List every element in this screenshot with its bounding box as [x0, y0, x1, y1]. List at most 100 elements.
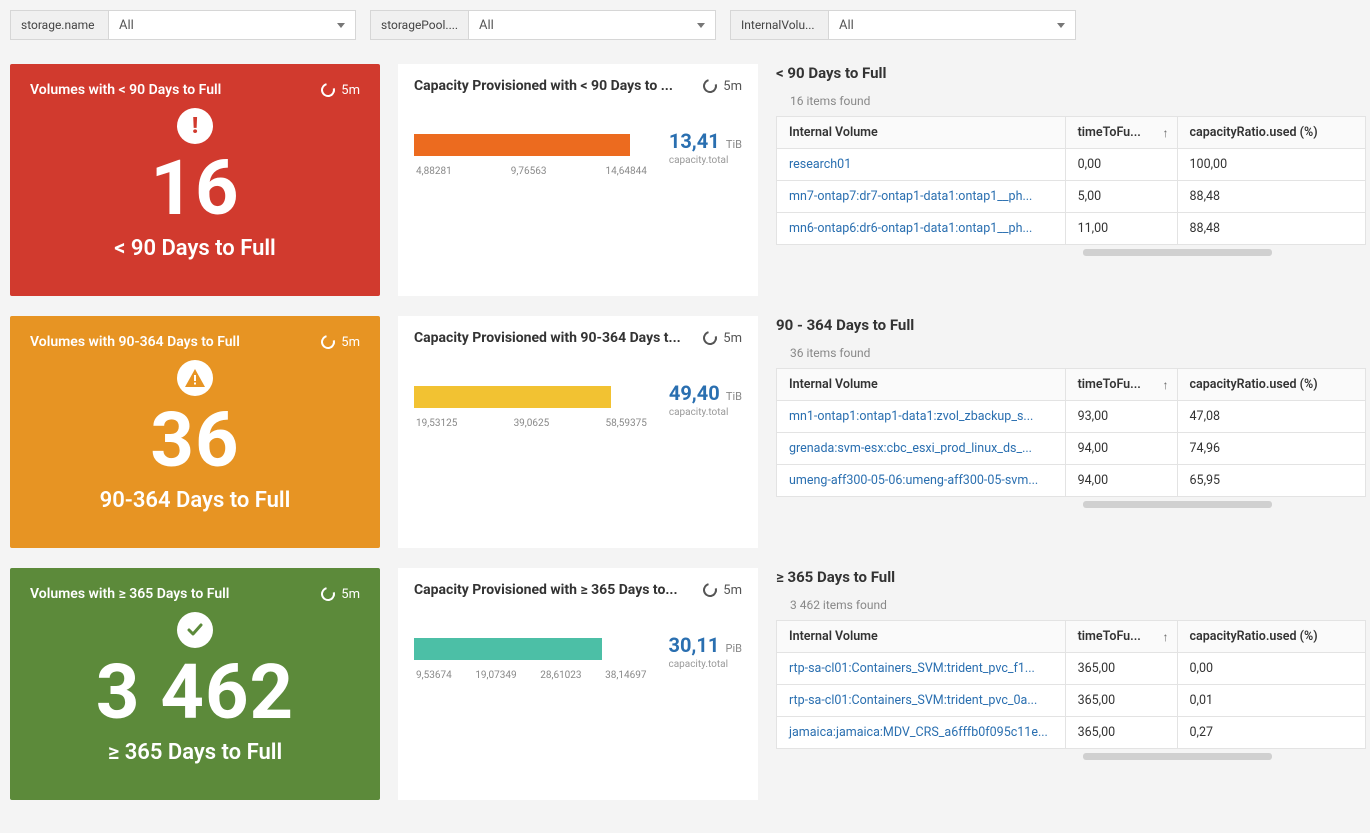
items-found: 3 462 items found [790, 598, 1366, 612]
alert-icon: ! [177, 108, 213, 144]
cell-ratio: 88,48 [1177, 181, 1365, 213]
chart-card-90-364: Capacity Provisioned with 90-364 Days t.… [398, 316, 758, 548]
warning-icon [177, 360, 213, 396]
chart-bar: 9,53674 19,07349 28,61023 38,14697 [414, 622, 648, 681]
col-capacity-ratio[interactable]: capacityRatio.used (%) [1177, 117, 1365, 149]
sort-asc-icon: ↑ [1163, 126, 1169, 140]
refresh-button[interactable]: 5m [703, 331, 742, 346]
filter-storage-name: storage.name All [10, 10, 356, 40]
refresh-interval: 5m [723, 331, 742, 346]
tick: 28,61023 [540, 670, 581, 681]
horizontal-scrollbar[interactable] [776, 753, 1366, 760]
table-row[interactable]: grenada:svm-esx:cbc_esxi_prod_linux_ds_.… [777, 433, 1366, 465]
chevron-down-icon [1057, 23, 1065, 28]
cell-ratio: 47,08 [1177, 401, 1365, 433]
volume-link[interactable]: mn1-ontap1:ontap1-data1:zvol_zbackup_s..… [777, 401, 1066, 433]
refresh-icon [701, 328, 720, 347]
filter-select-storage-pool[interactable]: All [469, 11, 715, 39]
col-time-to-full[interactable]: timeToFu... ↑ [1065, 117, 1177, 149]
filter-label: InternalVolu... [731, 11, 829, 39]
cell-ratio: 0,01 [1177, 685, 1365, 717]
table-row[interactable]: rtp-sa-cl01:Containers_SVM:trident_pvc_f… [777, 653, 1366, 685]
horizontal-scrollbar[interactable] [776, 249, 1366, 256]
cell-time: 365,00 [1065, 653, 1177, 685]
chart-bar: 19,53125 39,0625 58,59375 [414, 370, 649, 429]
refresh-button[interactable]: 5m [703, 583, 742, 598]
chart-metric: capacity.total [668, 659, 742, 670]
tick: 14,64844 [606, 166, 647, 177]
volume-link[interactable]: mn6-ontap6:dr6-ontap1-data1:ontap1__ph..… [777, 213, 1066, 245]
col-internal-volume[interactable]: Internal Volume [777, 117, 1066, 149]
col-internal-volume[interactable]: Internal Volume [777, 621, 1066, 653]
horizontal-scrollbar[interactable] [776, 501, 1366, 508]
refresh-icon [319, 332, 338, 351]
chart-metric: capacity.total [669, 407, 742, 418]
chart-metric: capacity.total [669, 155, 742, 166]
refresh-interval: 5m [723, 583, 742, 598]
col-time-to-full[interactable]: timeToFu... ↑ [1065, 369, 1177, 401]
refresh-button[interactable]: 5m [321, 335, 360, 350]
table-card-ge365: ≥ 365 Days to Full 3 462 items found Int… [776, 568, 1366, 800]
items-found: 16 items found [790, 94, 1366, 108]
chart-value-block: 13,41 TiB capacity.total [669, 129, 742, 166]
col-capacity-ratio[interactable]: capacityRatio.used (%) [1177, 369, 1365, 401]
col-time-to-full[interactable]: timeToFu... ↑ [1065, 621, 1177, 653]
table-header-row: Internal Volume timeToFu... ↑ capacityRa… [777, 117, 1366, 149]
filter-select-storage-name[interactable]: All [109, 11, 355, 39]
refresh-button[interactable]: 5m [321, 83, 360, 98]
table-row[interactable]: rtp-sa-cl01:Containers_SVM:trident_pvc_0… [777, 685, 1366, 717]
refresh-interval: 5m [341, 83, 360, 98]
volume-link[interactable]: mn7-ontap7:dr7-ontap1-data1:ontap1__ph..… [777, 181, 1066, 213]
volume-link[interactable]: rtp-sa-cl01:Containers_SVM:trident_pvc_f… [777, 653, 1066, 685]
tick: 9,76563 [511, 166, 547, 177]
cell-ratio: 65,95 [1177, 465, 1365, 497]
filter-value: All [839, 18, 854, 33]
table-lt90: Internal Volume timeToFu... ↑ capacityRa… [776, 116, 1366, 245]
chevron-down-icon [337, 23, 345, 28]
table-title: 90 - 364 Days to Full [776, 316, 1366, 334]
col-internal-volume[interactable]: Internal Volume [777, 369, 1066, 401]
cell-ratio: 0,27 [1177, 717, 1365, 749]
filter-select-internal-volume[interactable]: All [829, 11, 1075, 39]
volume-link[interactable]: rtp-sa-cl01:Containers_SVM:trident_pvc_0… [777, 685, 1066, 717]
refresh-icon [319, 80, 338, 99]
volume-link[interactable]: research01 [777, 149, 1066, 181]
sort-asc-icon: ↑ [1163, 630, 1169, 644]
filter-value: All [119, 18, 134, 33]
volume-link[interactable]: grenada:svm-esx:cbc_esxi_prod_linux_ds_.… [777, 433, 1066, 465]
table-title: < 90 Days to Full [776, 64, 1366, 82]
volume-link[interactable]: jamaica:jamaica:MDV_CRS_a6fffb0f095c11e.… [777, 717, 1066, 749]
filter-label: storage.name [11, 11, 109, 39]
card-number: 3 462 [30, 654, 360, 730]
refresh-interval: 5m [341, 587, 360, 602]
tick: 39,0625 [514, 418, 550, 429]
tick: 19,07349 [475, 670, 516, 681]
table-row[interactable]: jamaica:jamaica:MDV_CRS_a6fffb0f095c11e.… [777, 717, 1366, 749]
card-title: Volumes with 90-364 Days to Full [30, 334, 240, 350]
table-row[interactable]: mn6-ontap6:dr6-ontap1-data1:ontap1__ph..… [777, 213, 1366, 245]
refresh-button[interactable]: 5m [321, 587, 360, 602]
volume-link[interactable]: umeng-aff300-05-06:umeng-aff300-05-svm..… [777, 465, 1066, 497]
cell-time: 5,00 [1065, 181, 1177, 213]
table-row[interactable]: umeng-aff300-05-06:umeng-aff300-05-svm..… [777, 465, 1366, 497]
table-title: ≥ 365 Days to Full [776, 568, 1366, 586]
card-number: 16 [30, 150, 360, 226]
table-card-90-364: 90 - 364 Days to Full 36 items found Int… [776, 316, 1366, 548]
tick: 9,53674 [416, 670, 452, 681]
card-volumes-lt90: Volumes with < 90 Days to Full 5m ! 16 <… [10, 64, 380, 296]
table-row[interactable]: research01 0,00 100,00 [777, 149, 1366, 181]
check-icon [177, 612, 213, 648]
chart-number: 30,11 [668, 633, 719, 657]
chart-card-ge365: Capacity Provisioned with ≥ 365 Days to.… [398, 568, 758, 800]
chart-unit: TiB [726, 138, 742, 151]
table-row[interactable]: mn7-ontap7:dr7-ontap1-data1:ontap1__ph..… [777, 181, 1366, 213]
cell-time: 94,00 [1065, 433, 1177, 465]
card-volumes-90-364: Volumes with 90-364 Days to Full 5m 36 9… [10, 316, 380, 548]
refresh-button[interactable]: 5m [703, 79, 742, 94]
card-subtitle: ≥ 365 Days to Full [30, 740, 360, 765]
refresh-icon [319, 584, 338, 603]
chart-number: 13,41 [669, 129, 720, 153]
col-capacity-ratio[interactable]: capacityRatio.used (%) [1177, 621, 1365, 653]
table-header-row: Internal Volume timeToFu... ↑ capacityRa… [777, 621, 1366, 653]
table-row[interactable]: mn1-ontap1:ontap1-data1:zvol_zbackup_s..… [777, 401, 1366, 433]
